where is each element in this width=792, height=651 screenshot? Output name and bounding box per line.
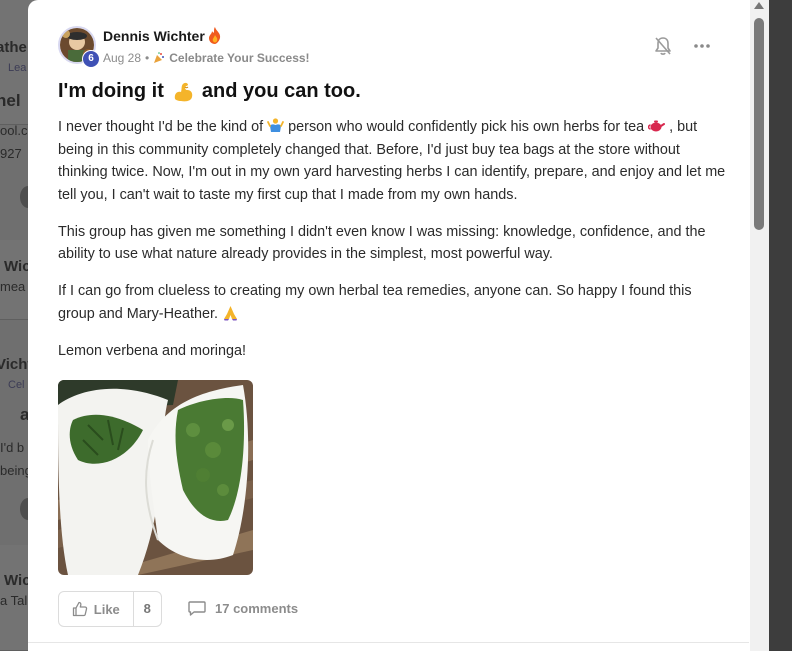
background-text: ool.c (0, 123, 28, 138)
post-date[interactable]: Aug 28 (103, 51, 141, 65)
post-modal: 6 Dennis Wichter Aug 28 • Celebrate Your… (28, 0, 769, 651)
comments-button[interactable]: 17 comments (188, 600, 298, 616)
background-text: 927 (0, 146, 22, 161)
post-title: I'm doing it and you can too. (58, 80, 361, 103)
like-button[interactable]: Like (59, 592, 134, 626)
author-avatar[interactable]: 6 (58, 26, 100, 68)
background-text: Cel (8, 379, 25, 391)
paragraph-text: person who would confidently pick his ow… (288, 119, 645, 135)
background-text: I'd b (0, 440, 25, 455)
background-text: Wic (4, 258, 31, 275)
post-title-end: and you can too. (201, 80, 361, 102)
divider (28, 642, 749, 643)
post-image[interactable] (58, 380, 253, 575)
like-control: Like 8 (58, 591, 162, 627)
like-label: Like (93, 601, 120, 617)
level-badge: 6 (82, 50, 100, 68)
party-popper-icon (154, 52, 165, 63)
paragraph-text: If I can go from clueless to creating my… (58, 283, 692, 322)
paragraph: If I can go from clueless to creating my… (58, 280, 728, 325)
background-text: mea (0, 279, 26, 294)
background-text: nel (0, 91, 21, 110)
post-title-start: I'm doing it (58, 80, 164, 102)
paragraph-text: I never thought I'd be the kind of (58, 119, 264, 135)
paragraph: I never thought I'd be the kind of perso… (58, 116, 728, 206)
like-count[interactable]: 8 (134, 592, 161, 626)
paragraph: Lemon verbena and moringa! (58, 342, 246, 359)
paragraph: This group has given me something I didn… (58, 223, 706, 263)
background-text: athe (0, 39, 27, 56)
post-body: I never thought I'd be the kind of perso… (58, 116, 728, 377)
comments-label: 17 comments (215, 600, 299, 616)
post-meta: Aug 28 • Celebrate Your Success! (103, 51, 310, 65)
flexed-biceps-icon (174, 82, 193, 101)
scroll-up-arrow-icon[interactable] (754, 2, 764, 9)
meta-separator: • (145, 51, 150, 65)
bell-off-icon[interactable] (654, 36, 672, 56)
background-text: Wic (4, 572, 31, 589)
thumbs-up-icon (72, 601, 87, 617)
background-text: Lea (8, 62, 27, 74)
author-name[interactable]: Dennis Wichter (103, 28, 205, 44)
teapot-icon (648, 120, 666, 132)
folded-hands-icon (223, 305, 237, 320)
more-options-icon[interactable] (693, 42, 711, 50)
background-text: a Tal (0, 593, 28, 608)
fire-icon (209, 27, 221, 44)
scrollbar-thumb[interactable] (754, 18, 764, 230)
person-climbing-icon (267, 118, 285, 132)
post-category[interactable]: Celebrate Your Success! (169, 51, 309, 65)
comment-icon (188, 601, 206, 616)
